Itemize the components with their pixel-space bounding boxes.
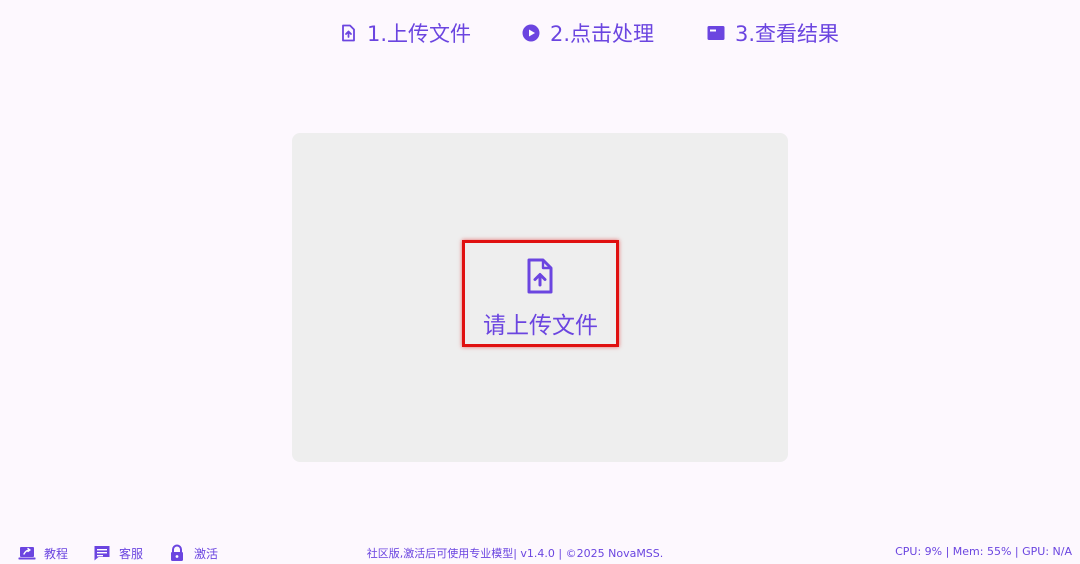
top-nav: 1.上传文件 2.点击处理 3.查看结果 [0, 0, 1080, 66]
upload-prompt-label[interactable]: 请上传文件 [462, 306, 619, 340]
file-upload-icon [338, 23, 358, 43]
chat-icon [93, 544, 111, 562]
audio-waveform-logo-icon [239, 14, 291, 52]
footer-tutorial-link[interactable]: 教程 [18, 543, 68, 563]
step-view-result[interactable]: 3.查看结果 [706, 18, 839, 48]
step-label: 3.查看结果 [735, 22, 840, 46]
system-stats: CPU: 9% | Mem: 55% | GPU: N/A [895, 545, 1072, 558]
play-circle-icon [521, 23, 541, 43]
step-label: 2.点击处理 [550, 22, 655, 46]
footer-link-label: 客服 [119, 546, 144, 561]
step-process[interactable]: 2.点击处理 [521, 18, 654, 48]
step-upload-file[interactable]: 1.上传文件 [338, 18, 471, 48]
footer-activate-link[interactable]: 激活 [168, 543, 218, 563]
result-card-icon [706, 23, 726, 43]
edition-info: 社区版,激活后可使用专业模型| v1.4.0 | ©2025 NovaMSS. [366, 547, 664, 560]
step-label: 1.上传文件 [367, 22, 472, 46]
footer-link-label: 激活 [194, 546, 219, 561]
lock-icon [168, 544, 186, 562]
tutorial-icon [18, 544, 36, 562]
footer-link-label: 教程 [44, 546, 69, 561]
footer-support-link[interactable]: 客服 [93, 543, 143, 563]
file-upload-icon[interactable] [525, 258, 555, 294]
